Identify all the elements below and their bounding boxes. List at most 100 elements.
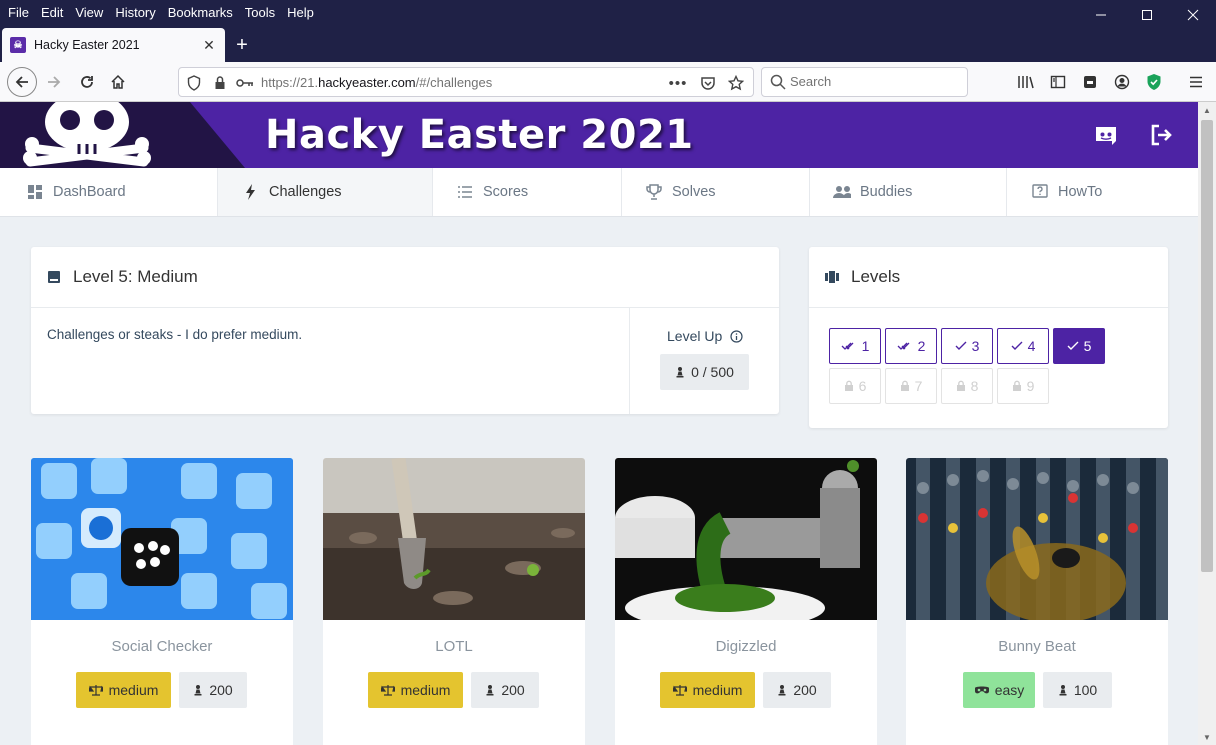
logout-icon[interactable] [1148,122,1174,148]
menu-help[interactable]: Help [281,5,320,20]
book-icon [48,271,60,283]
search-input[interactable] [790,74,960,89]
points-text: 200 [501,682,525,698]
library-icon[interactable] [1016,72,1036,92]
home-button[interactable] [104,68,132,96]
divider [809,307,1168,308]
tab-strip: ☠ Hacky Easter 2021 ✕ + [0,24,1216,62]
check-icon [955,341,967,351]
level-card: Level 5: Medium Challenges or steaks - I… [31,247,779,414]
chess-pawn-icon [1059,685,1067,696]
list-icon [456,183,474,201]
level-progress-text: 0 / 500 [691,364,734,380]
balance-scale-icon [672,685,687,696]
levels-card-title: Levels [825,267,900,287]
divider-vertical [629,308,630,414]
challenge-name: Social Checker [111,638,213,655]
page-actions-icon[interactable]: ••• [669,74,687,92]
level-description: Challenges or steaks - I do prefer mediu… [47,327,303,342]
points-text: 200 [209,682,233,698]
close-tab-icon[interactable]: ✕ [199,37,219,54]
tab-buddies[interactable]: Buddies [810,168,1007,216]
level-button-1[interactable]: 1 [829,328,881,364]
scrollbar-thumb[interactable] [1201,120,1213,572]
scroll-down-icon[interactable]: ▼ [1198,729,1216,745]
main-navigation: DashBoard Challenges Scores Solves Buddi… [0,168,1198,217]
tab-dashboard[interactable]: DashBoard [0,168,218,216]
tab-scores[interactable]: Scores [433,168,622,216]
back-button[interactable] [7,67,37,97]
level-button-3[interactable]: 3 [941,328,993,364]
scroll-up-icon[interactable]: ▲ [1198,102,1216,118]
page-scrollbar[interactable]: ▲ ▼ [1198,102,1216,745]
tab-solves[interactable]: Solves [622,168,810,216]
challenge-card[interactable]: Digizzled medium 200 [615,458,877,745]
difficulty-text: easy [994,682,1025,698]
account-icon[interactable] [1112,72,1132,92]
trophy-icon [645,183,663,201]
url-text[interactable]: https://21.hackyeaster.com/#/challenges [261,75,492,90]
balance-scale-icon [380,685,395,696]
menu-tools[interactable]: Tools [239,5,281,20]
challenge-name: LOTL [435,638,473,655]
level-button-9: 9 [997,368,1049,404]
adblock-shield-icon[interactable] [1144,72,1164,92]
tab-scores-label: Scores [483,184,529,200]
balance-scale-icon [88,685,103,696]
check-icon [1067,341,1079,351]
reload-button[interactable] [73,68,101,96]
address-bar[interactable]: https://21.hackyeaster.com/#/challenges … [178,67,754,97]
points-badge: 200 [179,672,247,708]
container-tabs-icon[interactable] [1080,72,1100,92]
level-button-8: 8 [941,368,993,404]
tab-solves-label: Solves [672,184,716,200]
menu-bookmarks[interactable]: Bookmarks [162,5,239,20]
challenge-card[interactable]: Bunny Beat easy 100 [906,458,1168,745]
hamburger-menu-icon[interactable] [1186,72,1206,92]
menu-history[interactable]: History [109,5,161,20]
site-title: Hacky Easter 2021 [265,112,694,158]
search-box[interactable] [761,67,968,97]
level-button-5[interactable]: 5 [1053,328,1105,364]
url-domain: hackyeaster.com [318,74,416,90]
menu-file[interactable]: File [2,5,35,20]
skull-crossbones-logo-icon[interactable] [22,102,152,168]
tab-challenges[interactable]: Challenges [218,168,433,216]
level-up-text: Level Up [667,328,723,344]
difficulty-badge: medium [660,672,755,708]
browser-tab-active[interactable]: ☠ Hacky Easter 2021 ✕ [2,28,225,62]
challenge-card[interactable]: LOTL medium 200 [323,458,585,745]
shield-icon[interactable] [185,74,203,92]
menu-edit[interactable]: Edit [35,5,69,20]
key-permission-icon[interactable] [235,74,255,92]
info-icon[interactable] [730,329,743,343]
level-number: 6 [858,378,867,394]
forward-arrow-icon [48,76,61,88]
tab-howto[interactable]: HowTo [1007,168,1198,216]
bookmark-star-icon[interactable] [727,74,745,92]
maximize-icon [1142,10,1152,20]
level-button-4[interactable]: 4 [997,328,1049,364]
points-badge: 200 [471,672,539,708]
menu-view[interactable]: View [69,5,109,20]
url-path: /#/challenges [415,74,493,90]
discord-icon[interactable] [1093,122,1119,148]
pocket-icon[interactable] [699,74,717,92]
level-up-label: Level Up [667,328,743,344]
tab-dashboard-label: DashBoard [53,184,126,200]
reload-icon [81,76,93,88]
forward-button[interactable] [40,68,68,96]
sidebar-toggle-icon[interactable] [1048,72,1068,92]
mask-icon [974,686,989,694]
lock-icon[interactable] [211,74,229,92]
challenge-card[interactable]: Social Checker medium 200 [31,458,293,745]
level-button-7: 7 [885,368,937,404]
close-icon [1187,9,1199,21]
difficulty-badge: medium [368,672,463,708]
level-number: 9 [1026,378,1035,394]
site-header: Hacky Easter 2021 [0,102,1198,168]
new-tab-icon[interactable]: + [231,32,253,58]
lightning-bolt-icon [242,183,260,201]
lock-icon [844,380,854,392]
level-button-2[interactable]: 2 [885,328,937,364]
